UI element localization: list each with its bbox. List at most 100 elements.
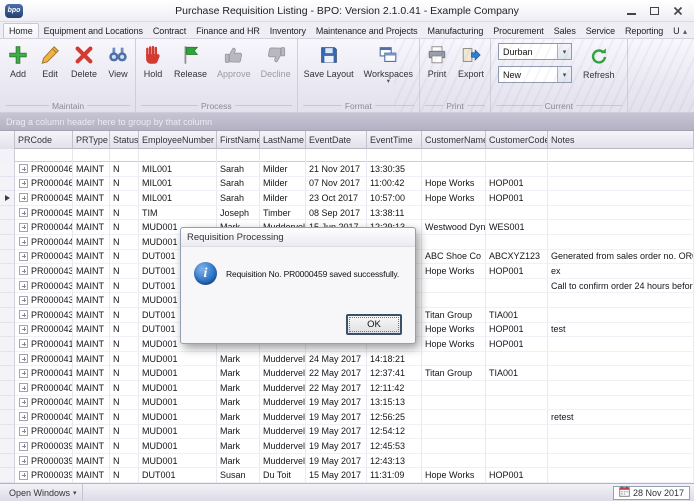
cell-customercode[interactable]: TIA001 bbox=[486, 366, 548, 381]
cell-employeenumber[interactable]: MUD001 bbox=[139, 396, 217, 411]
cell-customercode[interactable]: HOP001 bbox=[486, 191, 548, 206]
hold-button[interactable]: Hold bbox=[137, 42, 169, 81]
cell-eventdate[interactable]: 21 Nov 2017 bbox=[306, 162, 367, 177]
ribbon-tab-reporting[interactable]: Reporting bbox=[620, 24, 668, 38]
cell-notes[interactable] bbox=[548, 206, 694, 221]
cell-eventdate[interactable]: 19 May 2017 bbox=[306, 396, 367, 411]
expand-row-icon[interactable] bbox=[19, 412, 28, 421]
cell-employeenumber[interactable]: MUD001 bbox=[139, 366, 217, 381]
cell-customername[interactable] bbox=[422, 425, 486, 440]
cell-customername[interactable] bbox=[422, 162, 486, 177]
cell-prtype[interactable]: MAINT bbox=[73, 250, 110, 265]
grid-row[interactable]: PR0000409MAINTNMUD001MarkMudderveld22 Ma… bbox=[0, 381, 694, 396]
filter-cell-customercode[interactable] bbox=[486, 149, 548, 162]
ribbon-tab-inventory[interactable]: Inventory bbox=[265, 24, 311, 38]
cell-eventdate[interactable]: 22 May 2017 bbox=[306, 366, 367, 381]
cell-eventtime[interactable]: 13:38:11 bbox=[367, 206, 422, 221]
cell-customername[interactable]: Titan Group bbox=[422, 308, 486, 323]
cell-status[interactable]: N bbox=[110, 381, 139, 396]
cell-customername[interactable] bbox=[422, 279, 486, 294]
cell-customercode[interactable] bbox=[486, 162, 548, 177]
ribbon-tab-utilities[interactable]: Utilities bbox=[668, 24, 679, 38]
cell-prcode[interactable]: PR0000410 bbox=[15, 366, 73, 381]
column-header-prcode[interactable]: PRCode bbox=[15, 131, 73, 149]
filter-cell-notes[interactable] bbox=[548, 149, 694, 162]
expand-row-icon[interactable] bbox=[19, 310, 28, 319]
cell-eventtime[interactable]: 11:00:42 bbox=[367, 177, 422, 192]
cell-prtype[interactable]: MAINT bbox=[73, 439, 110, 454]
cell-notes[interactable]: ex bbox=[548, 264, 694, 279]
expand-row-icon[interactable] bbox=[19, 456, 28, 465]
cell-customername[interactable]: Hope Works bbox=[422, 323, 486, 338]
cell-status[interactable]: N bbox=[110, 206, 139, 221]
expand-row-icon[interactable] bbox=[19, 325, 28, 334]
cell-notes[interactable] bbox=[548, 381, 694, 396]
cell-eventdate[interactable]: 19 May 2017 bbox=[306, 454, 367, 469]
cell-employeenumber[interactable]: MUD001 bbox=[139, 352, 217, 367]
cell-status[interactable]: N bbox=[110, 396, 139, 411]
cell-notes[interactable] bbox=[548, 366, 694, 381]
grid-row[interactable]: PR0000405MAINTNMUD001MarkMudderveld19 Ma… bbox=[0, 410, 694, 425]
cell-notes[interactable] bbox=[548, 308, 694, 323]
edit-button[interactable]: Edit bbox=[34, 42, 66, 81]
cell-customercode[interactable] bbox=[486, 235, 548, 250]
filter-cell-lastname[interactable] bbox=[260, 149, 306, 162]
cell-firstname[interactable]: Joseph bbox=[217, 206, 260, 221]
cell-customercode[interactable]: ABCXYZ123 bbox=[486, 250, 548, 265]
column-header-eventtime[interactable]: EventTime bbox=[367, 131, 422, 149]
grid-row[interactable]: PR0000416MAINTNMUD001MarkMudderveld24 Ma… bbox=[0, 352, 694, 367]
cell-firstname[interactable]: Sarah bbox=[217, 191, 260, 206]
cell-prtype[interactable]: MAINT bbox=[73, 410, 110, 425]
cell-lastname[interactable]: Mudderveld bbox=[260, 454, 306, 469]
cell-prtype[interactable]: MAINT bbox=[73, 323, 110, 338]
grid-row[interactable]: PR0000398MAINTNMUD001MarkMudderveld19 Ma… bbox=[0, 439, 694, 454]
cell-notes[interactable]: test bbox=[548, 323, 694, 338]
cell-customercode[interactable] bbox=[486, 381, 548, 396]
ok-button[interactable]: OK bbox=[346, 314, 402, 335]
filter-cell-prtype[interactable] bbox=[73, 149, 110, 162]
grid-row[interactable]: PR0000397MAINTNMUD001MarkMudderveld19 Ma… bbox=[0, 454, 694, 469]
approve-button[interactable]: Approve bbox=[212, 42, 256, 81]
cell-status[interactable]: N bbox=[110, 308, 139, 323]
close-button[interactable] bbox=[673, 6, 683, 16]
cell-prtype[interactable]: MAINT bbox=[73, 454, 110, 469]
cell-eventtime[interactable]: 12:43:13 bbox=[367, 454, 422, 469]
cell-notes[interactable] bbox=[548, 352, 694, 367]
cell-employeenumber[interactable]: TIM bbox=[139, 206, 217, 221]
expand-row-icon[interactable] bbox=[19, 208, 28, 217]
expand-row-icon[interactable] bbox=[19, 193, 28, 202]
cell-status[interactable]: N bbox=[110, 250, 139, 265]
cell-prcode[interactable]: PR0000430 bbox=[15, 308, 73, 323]
cell-firstname[interactable]: Mark bbox=[217, 410, 260, 425]
cell-prtype[interactable]: MAINT bbox=[73, 264, 110, 279]
cell-employeenumber[interactable]: MIL001 bbox=[139, 162, 217, 177]
cell-notes[interactable] bbox=[548, 177, 694, 192]
cell-lastname[interactable]: Milder bbox=[260, 177, 306, 192]
cell-lastname[interactable]: Du Toit bbox=[260, 468, 306, 483]
cell-prtype[interactable]: MAINT bbox=[73, 279, 110, 294]
cell-lastname[interactable]: Mudderveld bbox=[260, 410, 306, 425]
expand-row-icon[interactable] bbox=[19, 383, 28, 392]
cell-prtype[interactable]: MAINT bbox=[73, 220, 110, 235]
cell-eventtime[interactable]: 13:30:35 bbox=[367, 162, 422, 177]
cell-status[interactable]: N bbox=[110, 264, 139, 279]
grid-filter-row[interactable] bbox=[0, 149, 694, 162]
cell-eventdate[interactable]: 07 Nov 2017 bbox=[306, 177, 367, 192]
cell-status[interactable]: N bbox=[110, 366, 139, 381]
cell-notes[interactable] bbox=[548, 191, 694, 206]
cell-notes[interactable] bbox=[548, 235, 694, 250]
cell-eventdate[interactable]: 19 May 2017 bbox=[306, 425, 367, 440]
grid-row[interactable]: PR0000450MAINTNTIMJosephTimber08 Sep 201… bbox=[0, 206, 694, 221]
cell-customercode[interactable]: HOP001 bbox=[486, 468, 548, 483]
expand-row-icon[interactable] bbox=[19, 339, 28, 348]
cell-eventtime[interactable]: 14:18:21 bbox=[367, 352, 422, 367]
collapse-ribbon-button[interactable]: ▴ bbox=[679, 27, 691, 38]
cell-prcode[interactable]: PR0000433 bbox=[15, 279, 73, 294]
refresh-button[interactable]: Refresh bbox=[578, 43, 620, 82]
cell-customername[interactable] bbox=[422, 381, 486, 396]
cell-notes[interactable] bbox=[548, 396, 694, 411]
cell-prtype[interactable]: MAINT bbox=[73, 366, 110, 381]
cell-customercode[interactable] bbox=[486, 410, 548, 425]
cell-prcode[interactable]: PR0000450 bbox=[15, 206, 73, 221]
cell-firstname[interactable]: Mark bbox=[217, 454, 260, 469]
